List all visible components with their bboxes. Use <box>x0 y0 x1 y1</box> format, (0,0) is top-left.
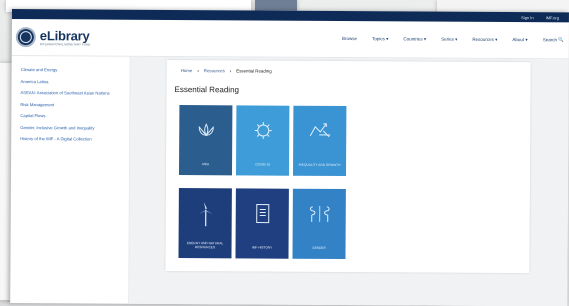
nav-countries[interactable]: Countries ▾ <box>403 36 426 42</box>
tile-label: ENERGY AND NATURAL RESOURCES <box>179 241 232 249</box>
tile-imf-history[interactable]: IMF HISTORY <box>235 188 288 258</box>
tile-label: GENDER <box>308 246 330 250</box>
sidebar-item-capital-flows[interactable]: Capital Flows <box>20 113 115 119</box>
tile-label: IMF HISTORY <box>248 245 276 249</box>
essential-reading-panel: Home › Resources › Essential Reading Ess… <box>165 60 530 273</box>
imf-site-link[interactable]: IMF.org <box>546 15 559 20</box>
content-area: Home › Resources › Essential Reading Ess… <box>129 57 569 306</box>
brand-subtitle: INTERNATIONAL MONETARY FUND <box>40 42 90 46</box>
main-nav: Browse Topics ▾ Countries ▾ Series ▾ Res… <box>342 36 569 43</box>
wind-turbine-icon <box>197 201 213 227</box>
tile-label: COVID-19 <box>251 162 274 166</box>
brand-name: eLibrary <box>40 29 90 42</box>
sidebar: Climate and Energy America Latina ASEAN:… <box>10 56 131 304</box>
breadcrumb-current: Essential Reading <box>236 68 271 73</box>
tile-inequality-growth[interactable]: INEQUALITY AND GROWTH <box>293 106 346 176</box>
sidebar-item-asean[interactable]: ASEAN: Association of Southeast Asian Na… <box>20 90 115 96</box>
nav-series[interactable]: Series ▾ <box>441 37 457 43</box>
virus-icon <box>253 120 273 140</box>
lotus-icon <box>196 123 216 137</box>
nav-search[interactable]: Search 🔍 <box>543 37 564 43</box>
breadcrumb-home[interactable]: Home <box>181 68 193 73</box>
site-header: eLibrary INTERNATIONAL MONETARY FUND Bro… <box>12 19 569 59</box>
sign-in-link[interactable]: Sign In <box>521 15 533 20</box>
tile-gender[interactable]: GENDER <box>292 189 345 259</box>
breadcrumb-separator: › <box>230 68 231 73</box>
sidebar-item-gender[interactable]: Gender, Inclusive Growth and Inequality <box>20 125 115 131</box>
sidebar-item-america-latina[interactable]: America Latina <box>21 79 116 85</box>
page-title: Essential Reading <box>174 85 239 94</box>
tile-energy[interactable]: ENERGY AND NATURAL RESOURCES <box>178 188 231 258</box>
breadcrumb-resources[interactable]: Resources <box>204 68 225 73</box>
nav-browse[interactable]: Browse <box>342 36 357 42</box>
browser-page: Sign In IMF.org eLibrary INTERNATIONAL M… <box>10 9 569 306</box>
sidebar-item-history[interactable]: History of the IMF - A Digital Collectio… <box>20 136 115 142</box>
nav-topics[interactable]: Topics ▾ <box>372 36 388 42</box>
breadcrumb: Home › Resources › Essential Reading <box>181 68 272 74</box>
breadcrumb-separator: › <box>197 68 198 73</box>
brand-logo[interactable]: eLibrary INTERNATIONAL MONETARY FUND <box>16 27 90 47</box>
nav-resources[interactable]: Resources ▾ <box>472 37 497 43</box>
imf-seal-icon <box>16 27 36 47</box>
gender-icon <box>307 204 331 224</box>
tile-label: ASIA <box>198 162 213 166</box>
sidebar-item-risk[interactable]: Risk Management <box>20 102 115 108</box>
growth-chart-icon <box>309 121 331 139</box>
book-icon <box>254 203 270 223</box>
nav-about[interactable]: About ▾ <box>512 37 527 43</box>
tile-label: INEQUALITY AND GROWTH <box>295 163 345 167</box>
sidebar-item-climate[interactable]: Climate and Energy <box>21 67 116 73</box>
tile-asia[interactable]: ASIA <box>179 105 232 175</box>
tile-covid[interactable]: COVID-19 <box>236 105 289 175</box>
